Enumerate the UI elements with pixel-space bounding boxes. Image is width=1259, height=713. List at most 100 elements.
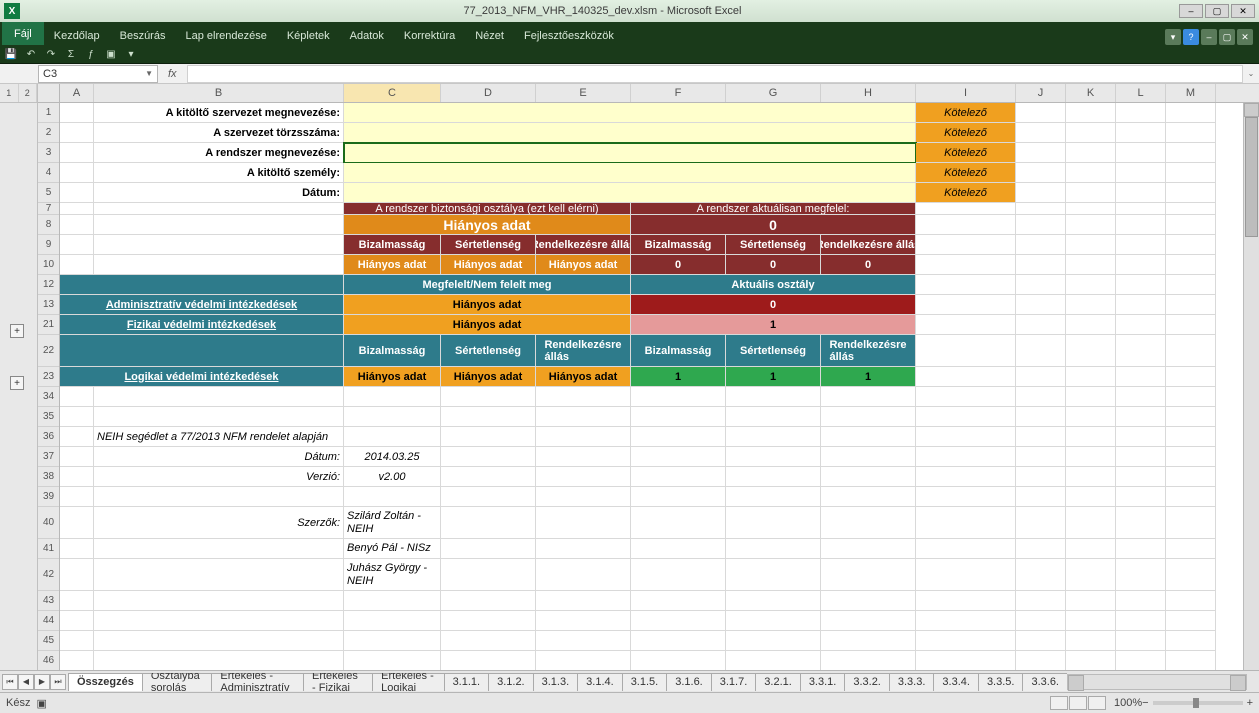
cell-I[interactable] bbox=[916, 387, 1016, 407]
rowhead-37[interactable]: 37 bbox=[38, 447, 59, 467]
sec-missing-8[interactable]: Hiányos adat bbox=[344, 215, 631, 235]
cell-J[interactable] bbox=[1016, 123, 1066, 143]
cell-L[interactable] bbox=[1116, 183, 1166, 203]
rowhead-9[interactable]: 9 bbox=[38, 235, 59, 255]
sheet-tab-16[interactable]: 3.3.4. bbox=[933, 673, 979, 691]
maximize-button[interactable]: ▢ bbox=[1205, 4, 1229, 18]
cell-M[interactable] bbox=[1166, 103, 1216, 123]
cell-A[interactable] bbox=[60, 559, 94, 591]
cell-J[interactable] bbox=[1016, 387, 1066, 407]
sheet-tab-1[interactable]: Osztályba sorolás bbox=[142, 673, 213, 691]
h-sert-l[interactable]: Sértetlenség bbox=[441, 235, 536, 255]
cell-B[interactable] bbox=[94, 215, 344, 235]
rowhead-42[interactable]: 42 bbox=[38, 559, 59, 591]
cell-L[interactable] bbox=[1116, 651, 1166, 671]
cell-H[interactable] bbox=[821, 407, 916, 427]
cell-M[interactable] bbox=[1166, 611, 1216, 631]
label-r2[interactable]: A szervezet törzsszáma: bbox=[94, 123, 344, 143]
cell-A[interactable] bbox=[60, 163, 94, 183]
mandatory-r3[interactable]: Kötelező bbox=[916, 143, 1016, 163]
input-r1[interactable] bbox=[344, 103, 916, 123]
cell-J[interactable] bbox=[1016, 163, 1066, 183]
cell-M[interactable] bbox=[1166, 123, 1216, 143]
label-r4[interactable]: A kitöltő személy: bbox=[94, 163, 344, 183]
cell-K[interactable] bbox=[1066, 447, 1116, 467]
cell-M[interactable] bbox=[1166, 215, 1216, 235]
colhead-B[interactable]: B bbox=[94, 84, 344, 102]
colhead-G[interactable]: G bbox=[726, 84, 821, 102]
rowhead-4[interactable]: 4 bbox=[38, 163, 59, 183]
cell-J[interactable] bbox=[1016, 559, 1066, 591]
cell-K[interactable] bbox=[1066, 163, 1116, 183]
label-r3[interactable]: A rendszer megnevezése: bbox=[94, 143, 344, 163]
colhead-J[interactable]: J bbox=[1016, 84, 1066, 102]
h-rend-l[interactable]: Rendelkezésre állás bbox=[536, 235, 631, 255]
r22-rend-r[interactable]: Rendelkezésreállás bbox=[821, 335, 916, 367]
minimize-button[interactable]: – bbox=[1179, 4, 1203, 18]
view-pagebreak-icon[interactable] bbox=[1088, 696, 1106, 710]
cell-F[interactable] bbox=[631, 539, 726, 559]
cell-J[interactable] bbox=[1016, 235, 1066, 255]
cell-F[interactable] bbox=[631, 507, 726, 539]
wb-restore-icon[interactable]: ▢ bbox=[1219, 29, 1235, 45]
cell-M[interactable] bbox=[1166, 163, 1216, 183]
cell-A[interactable] bbox=[60, 427, 94, 447]
cell-M[interactable] bbox=[1166, 407, 1216, 427]
view-normal-icon[interactable] bbox=[1050, 696, 1068, 710]
cell-E[interactable] bbox=[536, 539, 631, 559]
cells-area[interactable]: A kitöltő szervezet megnevezése:Kötelező… bbox=[60, 103, 1259, 703]
cell-A[interactable] bbox=[60, 447, 94, 467]
colhead-F[interactable]: F bbox=[631, 84, 726, 102]
cell-J[interactable] bbox=[1016, 539, 1066, 559]
cell-L[interactable] bbox=[1116, 447, 1166, 467]
cell-D[interactable] bbox=[441, 631, 536, 651]
cell-M[interactable] bbox=[1166, 315, 1216, 335]
cell-A[interactable] bbox=[60, 631, 94, 651]
cell-L[interactable] bbox=[1116, 123, 1166, 143]
cell-M[interactable] bbox=[1166, 507, 1216, 539]
cell-I[interactable] bbox=[916, 447, 1016, 467]
cell-B[interactable] bbox=[94, 487, 344, 507]
outline-expand-34[interactable]: + bbox=[10, 376, 24, 390]
cell-E[interactable] bbox=[536, 559, 631, 591]
tab-nav-next-icon[interactable]: ▶ bbox=[34, 674, 50, 690]
undo-icon[interactable]: ↶ bbox=[24, 47, 38, 61]
vertical-scrollbar[interactable] bbox=[1243, 103, 1259, 703]
rowhead-2[interactable]: 2 bbox=[38, 123, 59, 143]
redo-icon[interactable]: ↷ bbox=[44, 47, 58, 61]
cell-L[interactable] bbox=[1116, 611, 1166, 631]
cell-H[interactable] bbox=[821, 631, 916, 651]
cell-L[interactable] bbox=[1116, 103, 1166, 123]
cell-L[interactable] bbox=[1116, 315, 1166, 335]
tab-pagelayout[interactable]: Lap elrendezése bbox=[175, 27, 276, 45]
cell-D[interactable] bbox=[441, 591, 536, 611]
v10c[interactable]: Hiányos adat bbox=[344, 255, 441, 275]
cell-F[interactable] bbox=[631, 487, 726, 507]
mandatory-r1[interactable]: Kötelező bbox=[916, 103, 1016, 123]
input-r5[interactable] bbox=[344, 183, 916, 203]
group-admin[interactable]: Adminisztratív védelmi intézkedések bbox=[60, 295, 344, 315]
cell-L[interactable] bbox=[1116, 591, 1166, 611]
r12ab[interactable] bbox=[60, 275, 344, 295]
cell-K[interactable] bbox=[1066, 559, 1116, 591]
label-r5[interactable]: Dátum: bbox=[94, 183, 344, 203]
cell-H[interactable] bbox=[821, 559, 916, 591]
cell-B[interactable] bbox=[94, 407, 344, 427]
rowhead-12[interactable]: 12 bbox=[38, 275, 59, 295]
cell-I[interactable] bbox=[916, 315, 1016, 335]
sheet-tab-18[interactable]: 3.3.6. bbox=[1022, 673, 1067, 691]
cell-I[interactable] bbox=[916, 407, 1016, 427]
sheet-tab-5[interactable]: 3.1.1. bbox=[444, 673, 490, 691]
group-fiz[interactable]: Fizikai védelmi intézkedések bbox=[60, 315, 344, 335]
cell-M[interactable] bbox=[1166, 427, 1216, 447]
cell-E[interactable] bbox=[536, 651, 631, 671]
file-tab[interactable]: Fájl bbox=[2, 22, 44, 45]
name-box-dropdown-icon[interactable]: ▼ bbox=[145, 69, 153, 78]
cell-K[interactable] bbox=[1066, 123, 1116, 143]
cell-F[interactable] bbox=[631, 651, 726, 671]
rowhead-34[interactable]: 34 bbox=[38, 387, 59, 407]
cell-K[interactable] bbox=[1066, 407, 1116, 427]
cell-I[interactable] bbox=[916, 487, 1016, 507]
rowhead-44[interactable]: 44 bbox=[38, 611, 59, 631]
cell-D[interactable] bbox=[441, 487, 536, 507]
